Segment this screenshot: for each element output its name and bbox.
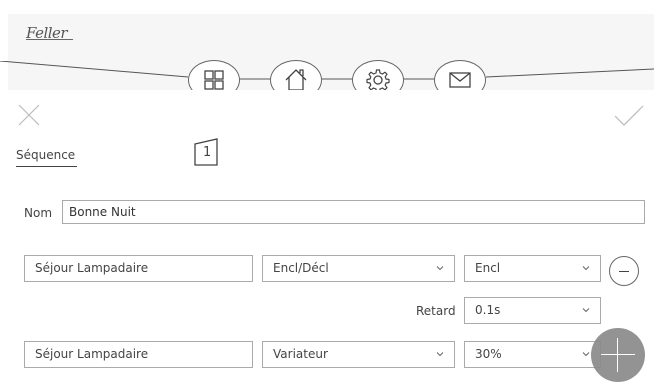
function-select-1-value: Encl/Décl xyxy=(273,261,329,275)
value-select-1-value: Encl xyxy=(475,261,501,275)
remove-row-button[interactable] xyxy=(609,256,639,286)
value-select-1[interactable]: Encl xyxy=(464,255,601,282)
device-select-1[interactable]: Séjour Lampadaire xyxy=(24,255,253,282)
function-select-2-value: Variateur xyxy=(273,347,328,361)
delay-select[interactable]: 0.1s xyxy=(464,297,601,324)
sequence-number: 1 xyxy=(203,145,212,160)
close-icon[interactable] xyxy=(18,104,40,126)
feller-logo: Feller xyxy=(26,24,68,42)
chevron-down-icon xyxy=(582,266,590,271)
delay-select-value: 0.1s xyxy=(475,303,501,317)
sequence-number-button[interactable]: 1 xyxy=(194,138,218,166)
delay-label: Retard xyxy=(416,304,456,318)
check-icon[interactable] xyxy=(614,104,644,126)
chevron-down-icon xyxy=(582,308,590,313)
value-select-2[interactable]: 30% xyxy=(464,341,601,368)
chevron-down-icon xyxy=(582,352,590,357)
device-select-2[interactable]: Séjour Lampadaire xyxy=(24,341,253,368)
function-select-1[interactable]: Encl/Décl xyxy=(262,255,455,282)
tab-sequence[interactable]: Séquence xyxy=(16,148,78,167)
value-select-2-value: 30% xyxy=(475,347,502,361)
add-row-button[interactable] xyxy=(591,328,645,382)
name-label: Nom xyxy=(24,206,53,220)
name-input[interactable] xyxy=(62,200,645,224)
chevron-down-icon xyxy=(436,352,444,357)
nav-connector-line xyxy=(0,61,654,80)
chevron-down-icon xyxy=(436,266,444,271)
function-select-2[interactable]: Variateur xyxy=(262,341,455,368)
